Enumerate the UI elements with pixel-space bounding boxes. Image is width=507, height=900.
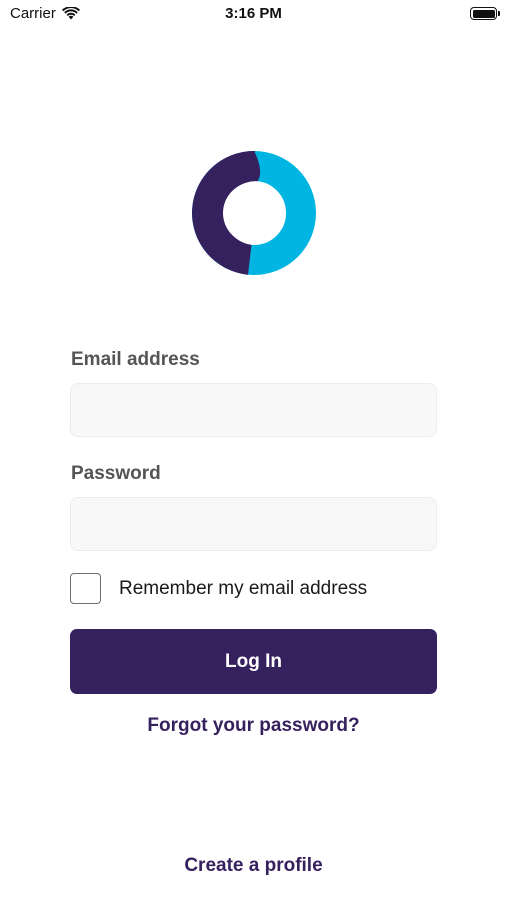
- password-label: Password: [71, 463, 161, 484]
- status-time: 3:16 PM: [225, 5, 282, 22]
- login-button[interactable]: Log In: [70, 629, 437, 694]
- battery-icon: [470, 7, 500, 20]
- remember-email-row[interactable]: Remember my email address: [70, 573, 367, 604]
- remember-email-checkbox[interactable]: [70, 573, 101, 604]
- email-label: Email address: [71, 349, 200, 370]
- status-bar: Carrier 3:16 PM: [0, 0, 507, 30]
- create-profile-link[interactable]: Create a profile: [0, 855, 507, 877]
- password-field[interactable]: [70, 497, 437, 551]
- email-field[interactable]: [70, 383, 437, 437]
- app-logo: [192, 150, 316, 275]
- remember-email-label[interactable]: Remember my email address: [119, 578, 367, 600]
- forgot-password-link[interactable]: Forgot your password?: [0, 715, 507, 737]
